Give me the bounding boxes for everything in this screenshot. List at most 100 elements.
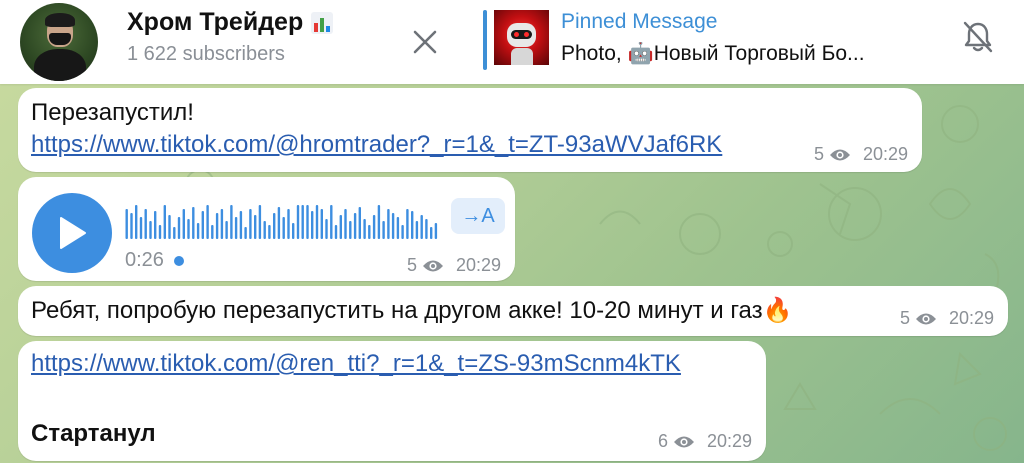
voice-message-bubble[interactable]: 0:26 →A 5 20:29 [18,177,515,281]
waveform-bar [287,209,290,239]
waveform-bar [254,215,257,239]
waveform-bar [139,217,143,239]
waveform-bar [372,215,376,239]
waveform-bar [415,221,419,239]
view-count: 5 [899,308,910,328]
waveform-bar [311,211,314,239]
waveform-bar [187,219,190,239]
waveform-bar [277,207,281,239]
waveform-bar [344,209,347,239]
waveform-bar [430,227,433,239]
message-time: 20:29 [948,308,994,328]
transcribe-button[interactable]: →A [451,198,505,234]
waveform-bar [168,215,171,239]
waveform-bar [206,205,209,239]
waveform-bar [225,221,228,239]
waveform-bar [273,213,276,239]
channel-title: Хром Трейдер [127,8,304,36]
waveform-bar [349,221,352,239]
pinned-message-title[interactable]: Pinned Message [561,10,717,34]
waveform-bar [353,213,357,239]
message-meta: 5 20:29 [407,255,501,276]
waveform-bar [230,205,233,239]
voice-duration-row: 0:26 [125,249,184,272]
subscriber-count: 1 622 subscribers [127,43,285,65]
waveform-bar [220,209,224,239]
waveform-bar [401,225,404,239]
waveform-bar [425,219,428,239]
waveform-bar [130,213,133,239]
waveform-bar [192,207,195,239]
message-text: Перезапустил! [31,99,194,126]
waveform-bar [434,223,438,239]
message-link[interactable]: https://www.tiktok.com/@ren_tti?_r=1&_t=… [31,348,681,380]
waveform-bar [420,215,423,239]
waveform-bar [301,205,304,239]
channel-title-row[interactable]: Хром Трейдер [127,8,334,37]
message-bubble[interactable]: Перезапустил! https://www.tiktok.com/@hr… [18,88,922,172]
waveform-bar [163,205,166,239]
voice-duration: 0:26 [125,249,164,271]
waveform-bar [377,205,381,239]
waveform-bar [173,227,176,239]
channel-avatar[interactable] [20,3,98,81]
waveform-bar [339,215,342,239]
waveform-bar [182,209,185,239]
pinned-indicator-bar [483,10,487,70]
waveform-bar [215,213,219,239]
view-count: 5 [813,144,824,164]
waveform-bar [196,223,200,239]
waveform-bar [411,211,414,239]
message-meta: 5 20:29 [814,144,908,165]
message-text: Стартанул [31,420,156,447]
waveform-bar [306,205,309,239]
waveform-bar [325,219,328,239]
play-button[interactable] [32,193,112,273]
play-icon [60,217,86,249]
waveform-bar [320,209,323,239]
eye-icon [422,260,443,271]
waveform-bar [396,217,400,239]
message-bubble[interactable]: https://www.tiktok.com/@ren_tti?_r=1&_t=… [18,341,766,461]
waveform-bar [363,219,366,239]
waveform-bar [211,225,214,239]
eye-icon [829,149,850,160]
message-time: 20:29 [862,144,908,164]
message-bubble[interactable]: Ребят, попробую перезапустить на другом … [18,286,1008,336]
bell-off-icon[interactable] [955,14,1001,60]
message-text: Ребят, попробую перезапустить на другом … [31,297,793,324]
bar-chart-icon [311,11,334,34]
waveform-bar [258,205,262,239]
waveform-bar [387,209,390,239]
waveform-bar [201,211,204,239]
waveform-bar [268,225,271,239]
unread-dot [173,255,184,266]
message-meta: 6 20:29 [658,431,752,452]
waveform-bar [125,209,128,239]
message-time: 20:29 [706,431,752,451]
waveform-bar [234,217,238,239]
transcribe-label: →A [461,204,495,227]
pinned-message-preview[interactable]: Photo, 🤖Новый Торговый Бо... [561,42,901,66]
waveform-bar [315,205,319,239]
waveform-bar [263,221,266,239]
message-meta: 5 20:29 [900,308,994,329]
waveform-bar [358,207,361,239]
waveform-bar [249,209,252,239]
waveform-bar [292,223,295,239]
close-icon[interactable] [405,22,445,62]
waveform-bar [296,205,300,239]
waveform-bar [368,225,371,239]
waveform-bar [334,225,338,239]
waveform-bar [135,205,138,239]
voice-waveform[interactable] [125,199,439,239]
message-time: 20:29 [455,255,501,275]
pinned-message-thumbnail[interactable] [494,10,549,65]
message-link[interactable]: https://www.tiktok.com/@hromtrader?_r=1&… [31,129,722,161]
waveform-bar [406,209,409,239]
waveform-bar [239,211,243,239]
waveform-bar [144,209,147,239]
waveform-bar [177,217,181,239]
view-count: 5 [406,255,417,275]
channel-header: Хром Трейдер 1 622 subscribers Pinned Me… [0,0,1024,84]
